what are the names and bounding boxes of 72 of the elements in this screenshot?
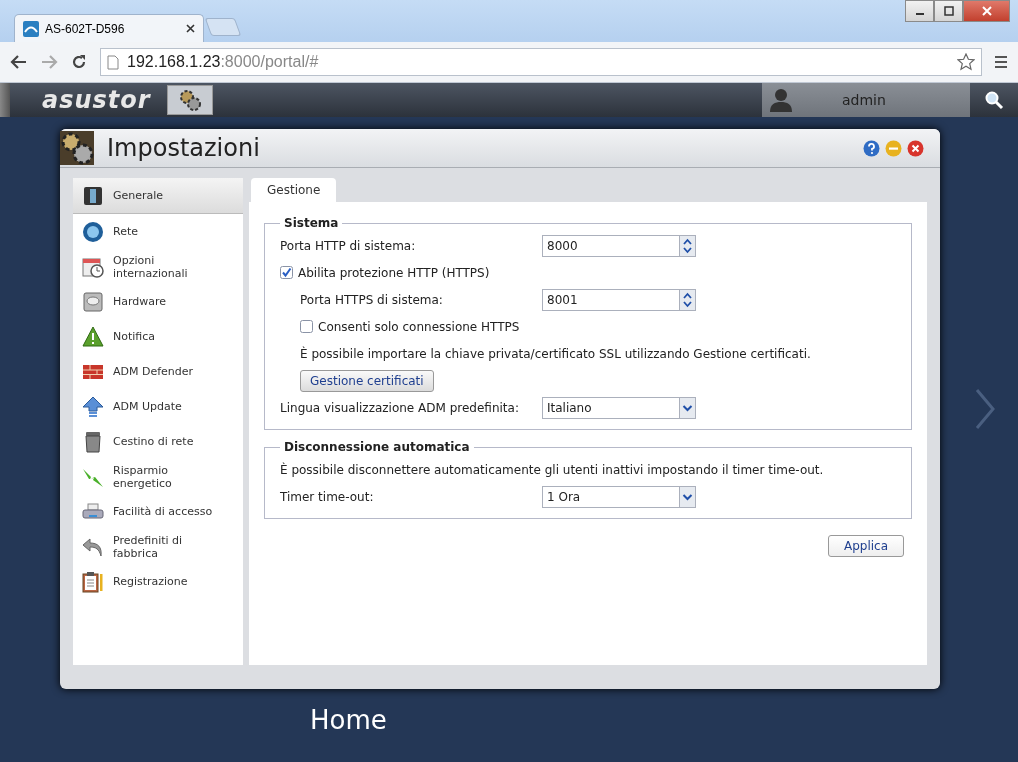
settings-app-button[interactable] <box>166 85 213 115</box>
info-text: È possibile importare la chiave privata/certificato SSL utilizzando Gestione certificati. <box>300 346 811 361</box>
gears-icon <box>178 89 201 111</box>
close-window-button[interactable] <box>963 0 1010 22</box>
window-title: Impostazioni <box>107 134 260 162</box>
checkbox-option[interactable]: Consenti solo connessione HTTPS <box>300 319 520 334</box>
undo-arrow-icon <box>82 535 104 558</box>
star-icon[interactable] <box>957 53 975 71</box>
spin-arrows-icon[interactable] <box>679 289 695 310</box>
apply-button[interactable]: Applica <box>827 535 904 557</box>
menu-icon[interactable] <box>994 55 1008 69</box>
dropdown[interactable]: 1 Ora <box>542 485 696 508</box>
clipboard-icon <box>82 570 104 593</box>
caret-icon <box>679 397 695 418</box>
number-spinner[interactable]: 8000 <box>542 234 696 257</box>
brand-logo: asustor <box>42 86 151 114</box>
checkbox[interactable] <box>280 266 293 279</box>
back-icon[interactable] <box>10 53 28 71</box>
up-arrow-icon <box>82 395 104 418</box>
url-path: :8000/portal/# <box>220 53 319 70</box>
tab-title: AS-602T-D596 <box>45 21 126 36</box>
hard-drive-icon <box>82 290 104 313</box>
maximize-button[interactable] <box>934 0 963 22</box>
field-label: Porta HTTP di sistema: <box>280 238 417 253</box>
sidebar-item[interactable]: Cestino di rete <box>73 424 243 459</box>
reload-icon[interactable] <box>70 53 88 71</box>
sidebar-item[interactable]: Generale <box>73 178 243 214</box>
warning-icon <box>82 325 104 348</box>
sidebar-item[interactable]: ADM Defender <box>73 354 243 389</box>
url-host: 192.168.1.23 <box>127 53 221 70</box>
desktop-label: Home <box>310 705 387 735</box>
sidebar-handle[interactable] <box>0 83 10 117</box>
app-favicon-icon <box>23 20 39 37</box>
dropdown[interactable]: Italiano <box>542 396 696 419</box>
close-icon <box>981 6 992 16</box>
field-label: Porta HTTPS di sistema: <box>300 292 444 307</box>
checkbox-option[interactable]: Abilita protezione HTTP (HTTPS) <box>280 265 490 280</box>
calendar-clock-icon <box>82 255 104 278</box>
sidebar-item[interactable]: Notifica <box>73 319 243 354</box>
certificate-button[interactable]: Gestione certificati <box>300 369 434 392</box>
sidebar-item[interactable]: Risparmio energetico <box>73 459 243 494</box>
globe-icon <box>82 220 104 243</box>
checkbox[interactable] <box>300 320 313 333</box>
minimize-button[interactable] <box>905 0 934 22</box>
server-icon <box>82 184 104 207</box>
caret-icon <box>679 486 695 507</box>
search-icon <box>984 90 1004 110</box>
number-spinner[interactable]: 8001 <box>542 288 696 311</box>
trash-bin-icon <box>82 430 104 453</box>
help-icon[interactable] <box>863 139 880 157</box>
info-text: È possibile disconnettere automaticamente gli utenti inattivi impostando il timer time-out. <box>280 462 824 477</box>
address-bar[interactable]: 192.168.1.23:8000/portal/# <box>100 48 982 76</box>
sidebar-item[interactable]: Predefiniti di fabbrica <box>73 529 243 564</box>
sidebar-item[interactable]: Hardware <box>73 284 243 319</box>
browser-tab[interactable]: AS-602T-D596 <box>14 14 204 42</box>
sidebar-item[interactable]: Rete <box>73 214 243 249</box>
spin-arrows-icon[interactable] <box>679 235 695 256</box>
minimize-icon <box>915 13 924 15</box>
group-title: Sistema <box>283 216 340 230</box>
maximize-icon <box>943 6 954 16</box>
field-label: Timer time-out: <box>280 489 375 504</box>
field-label: Lingua visualizzazione ADM predefinita: <box>280 400 520 415</box>
gestione-tab[interactable]: Gestione <box>251 178 337 202</box>
user-menu[interactable]: admin <box>762 83 970 117</box>
sidebar-item[interactable]: Opzioni internazionali <box>73 249 243 284</box>
page-icon <box>107 54 119 70</box>
sidebar-item[interactable]: ADM Update <box>73 389 243 424</box>
sidebar-item[interactable]: Registrazione <box>73 564 243 599</box>
sidebar-item[interactable]: Facilità di accesso <box>73 494 243 529</box>
user-icon <box>770 88 792 112</box>
close-icon[interactable] <box>186 24 195 33</box>
group-title: Disconnessione automatica <box>283 440 471 454</box>
